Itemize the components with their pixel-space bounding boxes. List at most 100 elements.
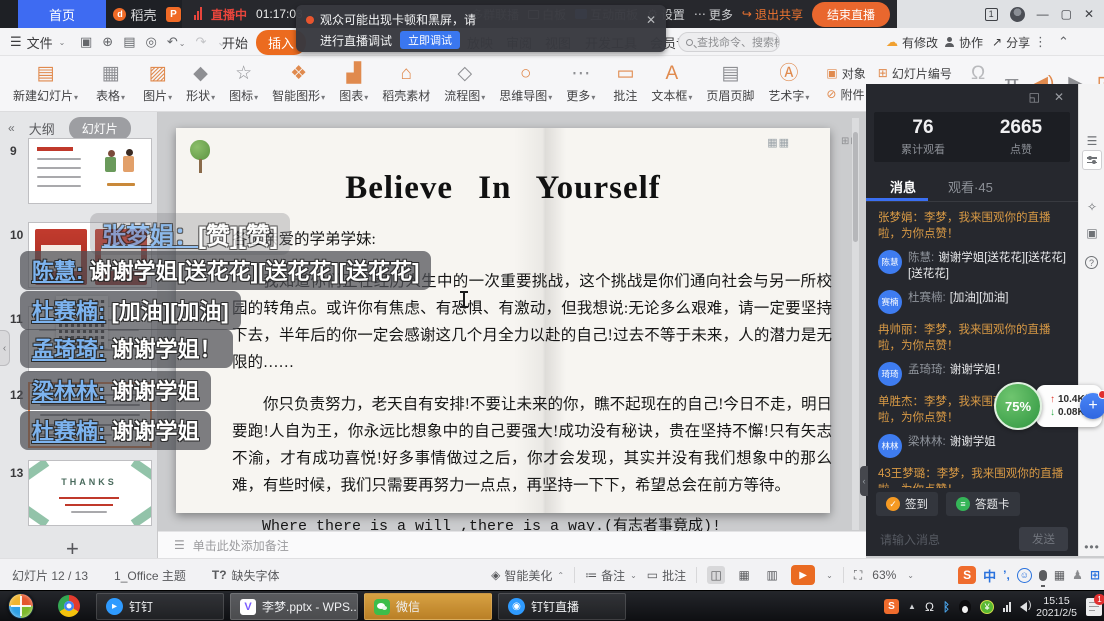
popout-icon[interactable]: ◱: [1029, 90, 1040, 104]
more-insert-button[interactable]: ⋯更多▾: [559, 58, 602, 110]
picture-button[interactable]: ▨图片▾: [136, 58, 179, 110]
wps-logo-icon[interactable]: P: [166, 7, 181, 22]
taskbar-dingtalk[interactable]: ▸钉钉: [96, 593, 224, 620]
more-button[interactable]: ⋯更多: [694, 6, 733, 23]
print-icon[interactable]: ▤: [123, 34, 135, 50]
exit-share-button[interactable]: ↪退出共享: [742, 6, 803, 23]
attachment-button[interactable]: ⊘附件: [826, 86, 865, 103]
slide-sorter-button[interactable]: ▦: [735, 566, 753, 584]
bell-icon[interactable]: Ω: [925, 600, 934, 614]
more-dots-icon[interactable]: •••: [1079, 540, 1104, 554]
slideshow-play-button[interactable]: ▶: [791, 565, 815, 585]
slide-canvas[interactable]: ▦▦ Believe In Yourself 各位亲爱的学弟学妹: 我知道你们正…: [176, 128, 830, 513]
tab-outline[interactable]: 大纲: [29, 119, 55, 138]
notes-button[interactable]: ≔备注⌄: [585, 567, 637, 584]
keyboard-icon[interactable]: ▦: [1054, 568, 1065, 582]
smartart-button[interactable]: ❖智能图形▾: [265, 58, 332, 110]
beautify-button[interactable]: ◈智能美化⌃: [491, 567, 564, 584]
object-button[interactable]: ▣对象: [826, 65, 865, 82]
missing-font-warning[interactable]: T?缺失字体: [212, 567, 280, 584]
volume-icon[interactable]: [1020, 602, 1027, 612]
theme-name[interactable]: 1_Office 主题: [114, 567, 186, 584]
help-icon[interactable]: ?: [1085, 256, 1098, 269]
shapes-button[interactable]: ◆形状▾: [179, 58, 222, 110]
redo-icon[interactable]: ↷: [195, 34, 206, 50]
taskbar-wechat[interactable]: 微信: [364, 593, 492, 620]
window-copy-icon[interactable]: ▣: [1079, 226, 1104, 240]
chat-collapse-handle[interactable]: ‹: [860, 466, 868, 496]
normal-view-button[interactable]: ◫: [707, 566, 725, 584]
sliders-icon[interactable]: [1082, 150, 1102, 170]
account-avatar[interactable]: [1010, 7, 1025, 22]
collapse-panel-icon[interactable]: «: [8, 121, 15, 135]
comments-button[interactable]: ▭批注: [647, 567, 686, 584]
tab-slides[interactable]: 幻灯片: [69, 117, 131, 140]
answer-card-button[interactable]: ≡答题卡: [946, 492, 1020, 516]
chrome-icon[interactable]: [58, 595, 80, 617]
list-icon[interactable]: ☰: [1079, 134, 1104, 148]
doc-count-icon[interactable]: 1: [985, 8, 998, 21]
modified-status[interactable]: ☁有修改: [886, 28, 938, 56]
restore-button[interactable]: ▢: [1061, 7, 1072, 21]
qq-icon[interactable]: [959, 600, 971, 614]
left-edge-handle[interactable]: ‹: [0, 330, 10, 366]
network-signal-icon[interactable]: [1003, 602, 1011, 612]
action-center-icon[interactable]: 1: [1086, 598, 1102, 616]
wordart-button[interactable]: Ⓐ艺术字▾: [761, 58, 816, 110]
docer-material-button[interactable]: ⌂稻壳素材: [375, 58, 437, 110]
slide-number-button[interactable]: ⊞幻灯片编号: [878, 65, 953, 82]
chat-input[interactable]: 请输入消息: [880, 531, 1019, 548]
voice-input-icon[interactable]: [1039, 570, 1047, 581]
export-icon[interactable]: ⊕: [102, 34, 113, 50]
tray-expand-icon[interactable]: ▲: [908, 602, 916, 611]
close-button[interactable]: ✕: [1084, 7, 1094, 21]
chart-button[interactable]: ▟图表▾: [332, 58, 375, 110]
icons-button[interactable]: ☆图标▾: [222, 58, 265, 110]
slide-thumbnail-13[interactable]: THANKS: [28, 460, 152, 526]
skin-icon[interactable]: ♟: [1072, 568, 1083, 582]
search-input[interactable]: 查找命令、搜索模板: [678, 32, 780, 52]
share-button[interactable]: ↗分享: [992, 28, 1030, 56]
zoom-caret-icon[interactable]: ⌄: [907, 571, 914, 580]
end-live-button[interactable]: 结束直播: [812, 2, 890, 27]
zoom-level[interactable]: 63%: [872, 568, 896, 582]
debug-now-button[interactable]: 立即调试: [400, 31, 460, 49]
header-footer-button[interactable]: ▤页眉页脚: [699, 58, 761, 110]
save-icon[interactable]: ▣: [80, 34, 92, 50]
tab-watching[interactable]: 观看·45: [948, 177, 993, 196]
file-menu[interactable]: ☰文件⌄: [10, 28, 65, 56]
more-menu-icon[interactable]: ⋮: [1034, 28, 1047, 56]
network-widget[interactable]: ↑10.4K/s ↓0.08K/s 75% +: [994, 382, 1104, 432]
play-caret-icon[interactable]: ⌄: [826, 571, 833, 580]
tab-home-ribbon[interactable]: 开始: [222, 28, 248, 56]
clock[interactable]: 15:152021/2/5: [1036, 595, 1077, 619]
toast-close-icon[interactable]: ✕: [646, 13, 656, 27]
undo-icon[interactable]: ↶⌄: [167, 34, 186, 50]
memory-percent-ball[interactable]: 75%: [994, 382, 1042, 430]
bluetooth-icon[interactable]: ᛒ: [943, 600, 950, 614]
send-button[interactable]: 发送: [1019, 527, 1068, 551]
mindmap-button[interactable]: ○思维导图▾: [492, 58, 559, 110]
chat-close-icon[interactable]: ✕: [1054, 90, 1064, 104]
minimize-button[interactable]: —: [1037, 7, 1049, 21]
sogou-icon[interactable]: S: [958, 566, 976, 584]
security-icon[interactable]: ¥: [980, 600, 994, 614]
emoji-icon[interactable]: ☺: [1017, 568, 1032, 583]
fit-screen-icon[interactable]: ⛶: [854, 568, 862, 583]
tab-docer[interactable]: d稻壳: [106, 0, 164, 28]
new-slide-button[interactable]: ▤新建幻灯片▾: [6, 58, 85, 110]
punctuation-icon[interactable]: ’,: [1003, 568, 1010, 582]
flowchart-button[interactable]: ◇流程图▾: [437, 58, 492, 110]
tab-home[interactable]: 首页: [18, 0, 106, 28]
toolbox-icon[interactable]: ⊞: [1090, 568, 1100, 582]
sogou-tray-icon[interactable]: S: [884, 599, 899, 614]
collapse-ribbon-icon[interactable]: ⌃: [1058, 28, 1069, 56]
taskbar-dingtalk-live[interactable]: ◉钉钉直播: [498, 593, 626, 620]
windows-start-button[interactable]: [8, 593, 34, 619]
table-button[interactable]: ▦表格▾: [89, 58, 132, 110]
signin-button[interactable]: ✓签到: [876, 492, 938, 516]
chat-message-list[interactable]: 张梦娟：李梦，我来围观你的直播啦，为你点赞！ 陈慧 陈慧:谢谢学姐[送花花][送…: [866, 206, 1078, 488]
slide-thumbnail-9[interactable]: [28, 138, 152, 204]
print-preview-icon[interactable]: ◎: [146, 34, 157, 50]
tab-messages[interactable]: 消息: [890, 177, 916, 196]
